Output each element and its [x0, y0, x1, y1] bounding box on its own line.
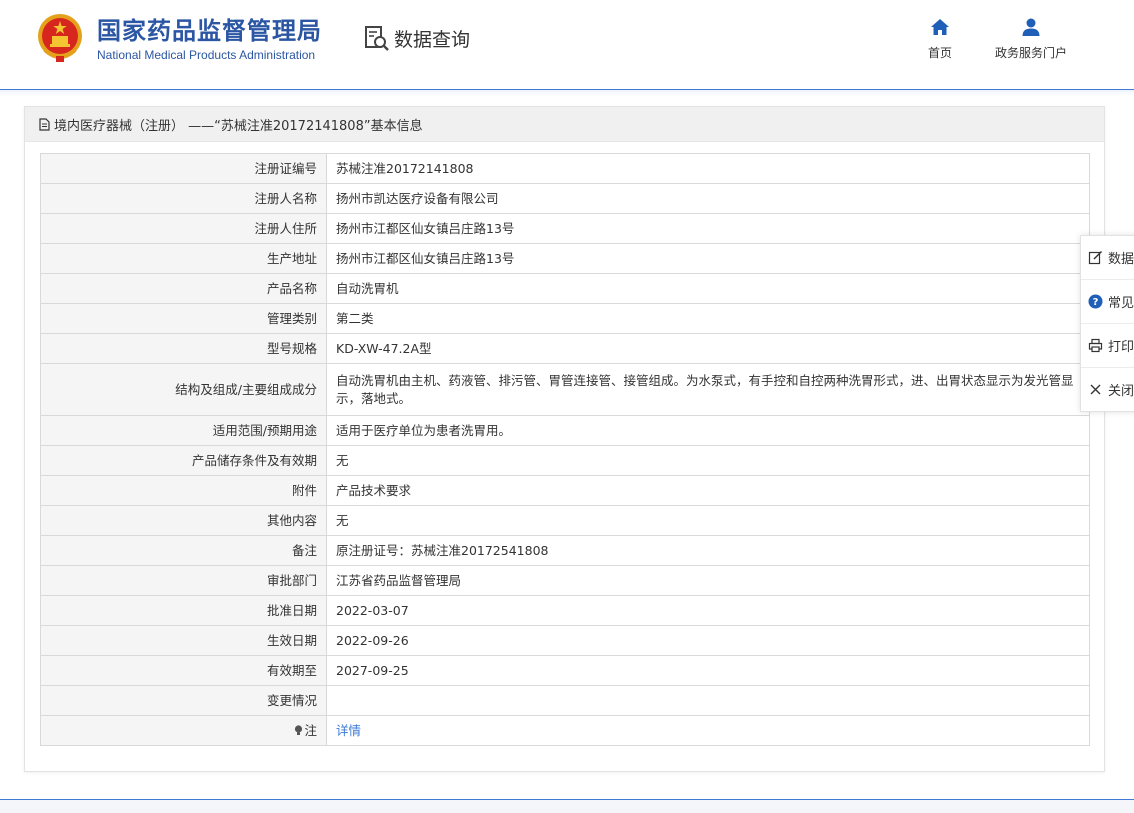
row-value: 自动洗胃机由主机、药液管、排污管、胃管连接管、接管组成。为水泵式，有手控和自控两…	[326, 363, 1090, 416]
row-value: 无	[326, 445, 1090, 476]
row-label: 审批部门	[40, 565, 327, 596]
row-value: KD-XW-47.2A型	[326, 333, 1090, 364]
site-header: 国家药品监督管理局 National Medical Products Admi…	[0, 0, 1134, 88]
footer	[0, 800, 1134, 813]
table-row: 批准日期 2022-03-07	[40, 595, 1090, 626]
table-row: 管理类别 第二类	[40, 303, 1090, 334]
details-link[interactable]: 详情	[336, 723, 361, 738]
row-label: 注册人住所	[40, 213, 327, 244]
sidebar-item-close[interactable]: 关闭	[1081, 368, 1134, 411]
note-label: 注	[304, 722, 317, 738]
org-name-en: National Medical Products Administration	[97, 48, 316, 62]
nav-home-label: 首页	[927, 46, 952, 60]
data-search-icon	[365, 26, 389, 51]
row-label: 注册证编号	[40, 153, 327, 184]
row-label: 结构及组成/主要组成成分	[40, 363, 327, 416]
table-row: 产品名称 自动洗胃机	[40, 273, 1090, 304]
sidebar-item-print[interactable]: 打印	[1081, 324, 1134, 368]
table-row: 生效日期 2022-09-26	[40, 625, 1090, 656]
edit-icon	[1088, 251, 1102, 265]
row-label: 有效期至	[40, 655, 327, 686]
row-value: 自动洗胃机	[326, 273, 1090, 304]
table-row: 备注 原注册证号：苏械注准20172541808	[40, 535, 1090, 566]
nav-portal-label: 政务服务门户	[994, 46, 1067, 60]
row-value: 产品技术要求	[326, 475, 1090, 506]
section-title: 数据查询	[364, 24, 470, 52]
svg-text:?: ?	[1093, 297, 1099, 308]
row-value: 2027-09-25	[326, 655, 1090, 686]
national-emblem-icon	[38, 14, 82, 62]
table-row: 型号规格 KD-XW-47.2A型	[40, 333, 1090, 364]
row-label: 管理类别	[40, 303, 327, 334]
table-row: 注册人名称 扬州市凯达医疗设备有限公司	[40, 183, 1090, 214]
row-value: 第二类	[326, 303, 1090, 334]
row-label: 型号规格	[40, 333, 327, 364]
table-row: 变更情况	[40, 685, 1090, 716]
row-label: 适用范围/预期用途	[40, 415, 327, 446]
sidebar-item-data[interactable]: 数据	[1081, 236, 1134, 280]
nav-home[interactable]: 首页	[922, 16, 958, 61]
table-row: 适用范围/预期用途 适用于医疗单位为患者洗胃用。	[40, 415, 1090, 446]
print-icon	[1088, 338, 1103, 353]
row-value	[326, 685, 1090, 716]
row-label: 注	[40, 715, 327, 746]
row-value: 2022-03-07	[326, 595, 1090, 626]
row-value: 2022-09-26	[326, 625, 1090, 656]
row-value: 扬州市凯达医疗设备有限公司	[326, 183, 1090, 214]
row-value: 详情	[326, 715, 1090, 746]
sidebar-item-faq[interactable]: ? 常见	[1081, 280, 1134, 324]
sidebar-item-label: 打印	[1108, 340, 1134, 355]
table-row: 审批部门 江苏省药品监督管理局	[40, 565, 1090, 596]
row-label: 其他内容	[40, 505, 327, 536]
table-row: 有效期至 2027-09-25	[40, 655, 1090, 686]
table-row: 产品储存条件及有效期无	[40, 445, 1090, 476]
table-row: 注 详情	[40, 715, 1090, 746]
panel-title-text: 境内医疗器械（注册） ——“苏械注准20172141808”基本信息	[54, 118, 423, 134]
row-label: 变更情况	[40, 685, 327, 716]
close-icon	[1090, 384, 1101, 395]
table-row: 附件 产品技术要求	[40, 475, 1090, 506]
row-value: 扬州市江都区仙女镇吕庄路13号	[326, 213, 1090, 244]
sidebar-item-label: 关闭	[1108, 384, 1134, 399]
row-label: 产品名称	[40, 273, 327, 304]
table-row: 注册人住所 扬州市江都区仙女镇吕庄路13号	[40, 213, 1090, 244]
table-row: 结构及组成/主要组成成分 自动洗胃机由主机、药液管、排污管、胃管连接管、接管组成。…	[40, 363, 1090, 416]
user-icon	[1022, 18, 1040, 36]
row-value: 适用于医疗单位为患者洗胃用。	[326, 415, 1090, 446]
row-value: 原注册证号：苏械注准20172541808	[326, 535, 1090, 566]
table-row: 其他内容无	[40, 505, 1090, 536]
detail-panel: 境内医疗器械（注册） ——“苏械注准20172141808”基本信息 注册证编号…	[24, 106, 1105, 772]
bulb-icon	[295, 724, 303, 735]
document-icon	[39, 117, 50, 131]
org-name-cn: 国家药品监督管理局	[97, 17, 322, 45]
table-row: 生产地址 扬州市江都区仙女镇吕庄路13号	[40, 243, 1090, 274]
row-label: 注册人名称	[40, 183, 327, 214]
sidebar-item-label: 数据	[1108, 252, 1134, 267]
row-label: 生产地址	[40, 243, 327, 274]
help-icon: ?	[1088, 294, 1103, 309]
row-label: 附件	[40, 475, 327, 506]
row-value: 苏械注准20172141808	[326, 153, 1090, 184]
row-label: 产品储存条件及有效期	[40, 445, 327, 476]
sidebar-item-label: 常见	[1108, 296, 1134, 311]
row-label: 批准日期	[40, 595, 327, 626]
side-toolbar: 数据 ? 常见 打印 关闭	[1080, 235, 1134, 412]
row-label: 生效日期	[40, 625, 327, 656]
panel-title: 境内医疗器械（注册） ——“苏械注准20172141808”基本信息	[25, 107, 1104, 142]
row-label: 备注	[40, 535, 327, 566]
section-title-text: 数据查询	[394, 28, 471, 51]
info-table: 注册证编号 苏械注准20172141808 注册人名称 扬州市凯达医疗设备有限公司 …	[40, 153, 1090, 746]
nav-service-portal[interactable]: 政务服务门户	[988, 16, 1074, 61]
row-value: 无	[326, 505, 1090, 536]
row-value: 江苏省药品监督管理局	[326, 565, 1090, 596]
table-row: 注册证编号 苏械注准20172141808	[40, 153, 1090, 184]
home-icon	[931, 19, 949, 35]
row-value: 扬州市江都区仙女镇吕庄路13号	[326, 243, 1090, 274]
